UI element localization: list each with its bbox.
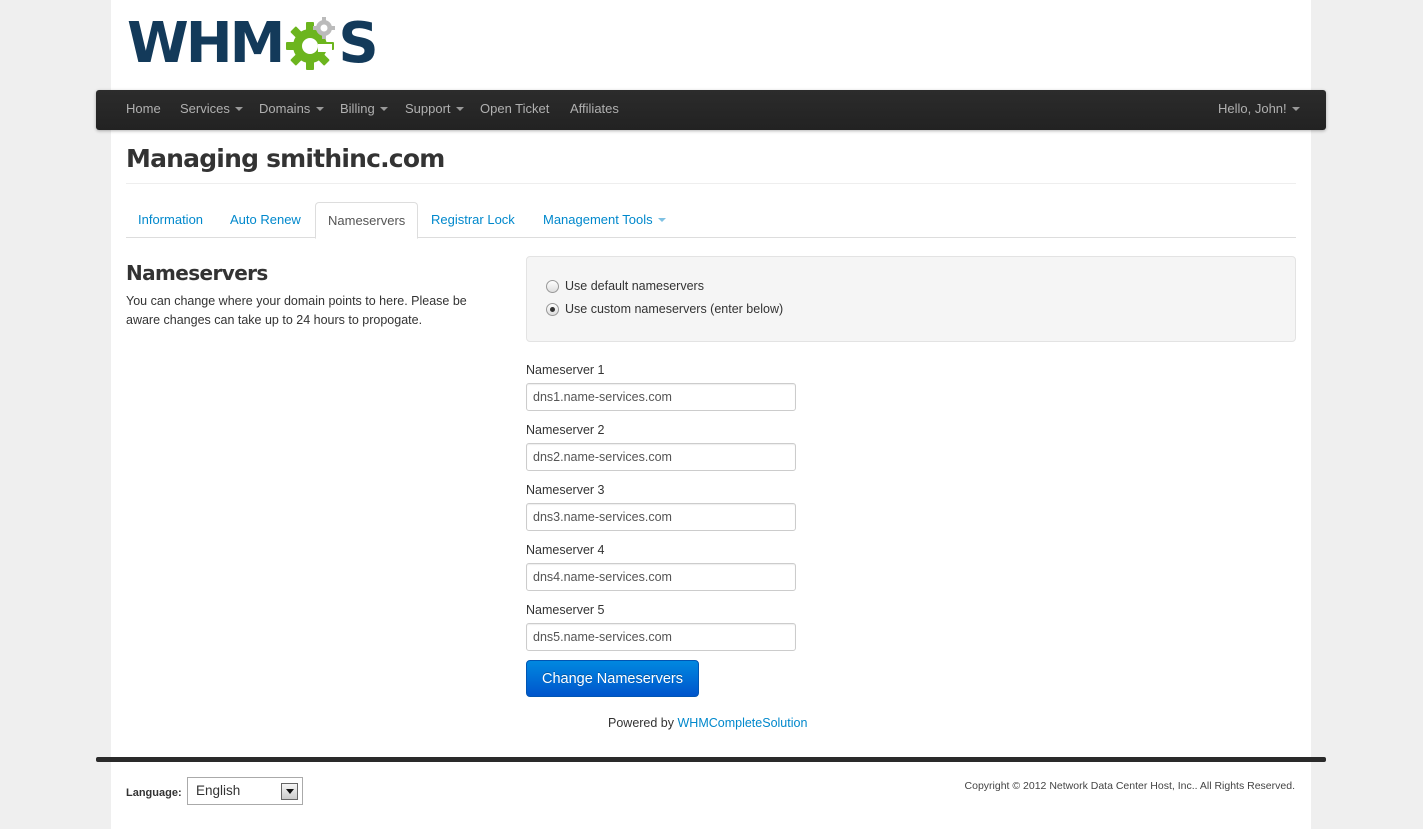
section-description: You can change where your domain points … [126, 294, 467, 327]
tab-management-tools[interactable]: Management Tools [531, 202, 678, 238]
nameserver-2-input[interactable] [526, 443, 796, 471]
nav-support[interactable]: Support [405, 90, 465, 130]
language-select[interactable]: English [187, 777, 303, 805]
caret-down-icon [380, 106, 389, 111]
nameserver-options-panel: Use default nameservers Use custom names… [526, 256, 1296, 342]
language-label: Language: [126, 787, 182, 799]
caret-down-icon [456, 106, 465, 111]
nav-domains[interactable]: Domains [259, 90, 324, 130]
nameserver-5-label: Nameserver 5 [526, 603, 605, 617]
powered-by: Powered by WHMCompleteSolution [608, 716, 807, 730]
tab-nameservers-label: Nameservers [328, 213, 406, 228]
logo-wordmark: WHM S [127, 11, 379, 76]
nav-affiliates-label: Affiliates [570, 101, 619, 116]
dropdown-arrow-icon[interactable] [281, 783, 298, 800]
whmcs-logo[interactable]: WHM S [127, 11, 379, 76]
section-title: Nameservers [126, 261, 268, 285]
nav-services-label: Services [180, 101, 230, 116]
tab-registrar-lock[interactable]: Registrar Lock [419, 202, 527, 238]
radio-custom-nameservers[interactable] [546, 302, 559, 316]
tab-information-label: Information [138, 212, 204, 227]
main-navbar: Home Services Domains Billing Support Op… [96, 90, 1326, 130]
nav-open-ticket[interactable]: Open Ticket [480, 90, 549, 130]
title-divider [126, 183, 1296, 184]
nav-home[interactable]: Home [126, 90, 161, 130]
nameserver-1-input[interactable] [526, 383, 796, 411]
nav-affiliates[interactable]: Affiliates [570, 90, 619, 130]
caret-down-icon [315, 106, 324, 111]
domain-tabs: Information Auto Renew Nameservers Regis… [126, 202, 1296, 239]
default-nameservers-label: Use default nameservers [565, 279, 704, 293]
nav-open-ticket-label: Open Ticket [480, 101, 550, 116]
whmcs-link[interactable]: WHMCompleteSolution [678, 716, 808, 730]
nav-domains-label: Domains [259, 101, 311, 116]
change-nameservers-button[interactable]: Change Nameservers [526, 660, 699, 697]
nav-user-menu[interactable]: Hello, John! [1218, 90, 1301, 130]
footer-divider [96, 757, 1326, 762]
nav-home-label: Home [126, 101, 161, 116]
nameserver-5-input[interactable] [526, 623, 796, 651]
nav-support-label: Support [405, 101, 451, 116]
caret-down-icon [235, 106, 244, 111]
nameserver-2-label: Nameserver 2 [526, 423, 605, 437]
custom-nameservers-label: Use custom nameservers (enter below) [565, 302, 784, 316]
nameserver-3-label: Nameserver 3 [526, 483, 605, 497]
gear-icon [286, 17, 336, 70]
tab-nameservers[interactable]: Nameservers [315, 202, 419, 239]
default-nameservers-option[interactable]: Use default nameservers [546, 276, 704, 296]
tab-auto-renew-label: Auto Renew [230, 212, 301, 227]
page-title: Managing smithinc.com [126, 144, 445, 173]
powered-by-prefix: Powered by [608, 716, 675, 730]
nameserver-1-label: Nameserver 1 [526, 363, 605, 377]
nav-billing-label: Billing [340, 101, 375, 116]
radio-default-nameservers[interactable] [546, 279, 559, 293]
copyright-text: Copyright © 2012 Network Data Center Hos… [964, 780, 1295, 792]
logo-text-right: S [338, 11, 378, 76]
caret-down-icon [1292, 106, 1301, 111]
tab-auto-renew[interactable]: Auto Renew [218, 202, 313, 238]
tab-registrar-lock-label: Registrar Lock [431, 212, 515, 227]
tab-information[interactable]: Information [126, 202, 215, 238]
tab-management-tools-label: Management Tools [543, 212, 653, 227]
language-selected-value: English [196, 783, 241, 798]
logo-text-left: WHM [127, 11, 285, 76]
nameserver-4-label: Nameserver 4 [526, 543, 605, 557]
nameserver-4-input[interactable] [526, 563, 796, 591]
user-menu-label: Hello, John! [1218, 101, 1287, 116]
nameserver-3-input[interactable] [526, 503, 796, 531]
nav-services[interactable]: Services [180, 90, 244, 130]
caret-down-icon [658, 217, 667, 222]
custom-nameservers-option[interactable]: Use custom nameservers (enter below) [546, 299, 783, 319]
nav-billing[interactable]: Billing [340, 90, 389, 130]
